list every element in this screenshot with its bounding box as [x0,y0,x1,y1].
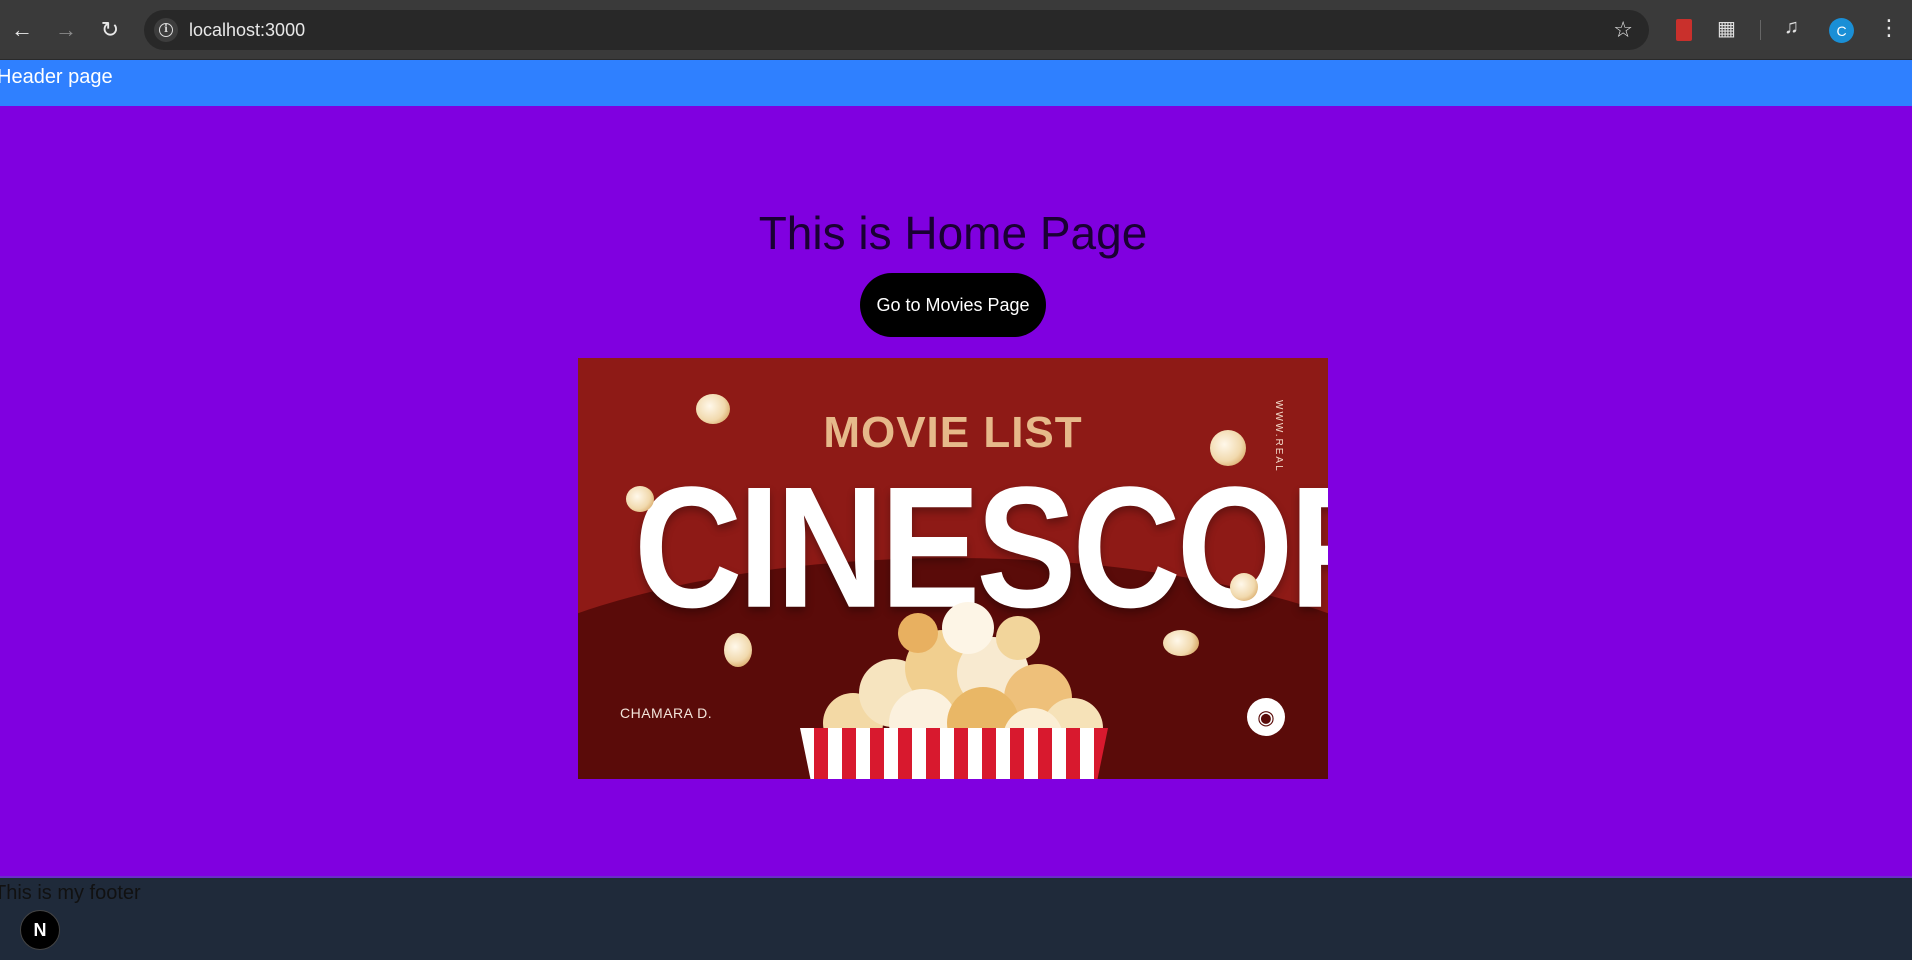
media-controls-icon[interactable]: ♫ [1784,16,1799,39]
popcorn-kernel [626,486,654,512]
site-info-icon[interactable]: i [154,18,178,42]
cinescope-banner-image: MOVIE LIST CINESCOPE WWW.REAL [578,358,1328,779]
popcorn-kernel [1230,573,1258,601]
go-to-movies-button[interactable]: Go to Movies Page [860,273,1046,337]
profile-avatar-icon[interactable]: C [1829,18,1854,43]
footer-text: This is my footer [0,882,141,904]
bookmark-star-icon[interactable]: ☆ [1613,17,1633,43]
extension-book-icon[interactable] [1676,19,1692,41]
main-content: This is Home Page Go to Movies Page MOVI… [0,106,1912,876]
popcorn-kernel [1163,630,1199,656]
kebab-menu-icon[interactable]: ⋮ [1878,17,1900,39]
browser-toolbar: ← → ↻ i localhost:3000 ☆ ▦ ♫ C ⋮ [0,0,1912,60]
site-footer: This is my footer N [0,876,1912,960]
page-title: This is Home Page [758,207,1148,259]
banner-side-text: WWW.REAL [1273,400,1284,473]
address-bar[interactable]: i localhost:3000 ☆ [144,10,1649,50]
header-label: Header page [0,66,113,88]
back-arrow-icon[interactable]: ← [6,14,38,46]
reload-icon[interactable]: ↻ [94,14,126,46]
extensions-puzzle-icon[interactable]: ▦ [1717,16,1736,41]
nextjs-dev-badge-icon[interactable]: N [20,910,60,950]
banner-author: CHAMARA D. [620,705,713,721]
url-text[interactable]: localhost:3000 [189,20,305,41]
popcorn-bucket [800,728,1108,779]
popcorn-kernel [696,394,730,424]
toolbar-divider [1760,20,1761,40]
forward-arrow-icon[interactable]: → [50,14,82,46]
movie-camera-icon: ◉ [1247,698,1285,736]
site-header: Header page [0,60,1912,106]
popcorn-kernel [724,633,752,667]
popcorn-kernel [1210,430,1246,466]
